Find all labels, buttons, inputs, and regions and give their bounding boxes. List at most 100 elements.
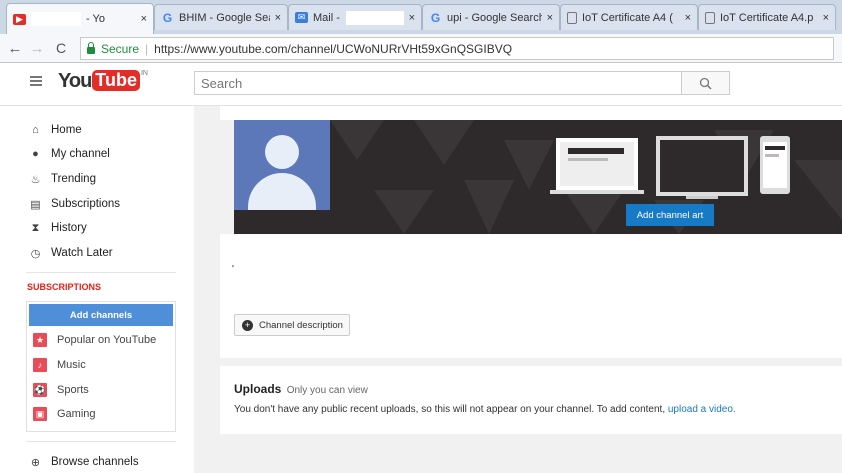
document-icon	[567, 11, 577, 24]
avatar-body	[248, 173, 316, 210]
sidebar-item-label: Subscriptions	[51, 198, 121, 210]
uploads-title: Uploads	[234, 382, 282, 396]
youtube-header: You Tube IN	[0, 63, 842, 106]
separator: |	[145, 41, 149, 56]
subscription-label: Popular on YouTube	[57, 334, 157, 346]
channel-description-label: Channel description	[259, 319, 343, 331]
subscription-item-music[interactable]: ♪ Music	[33, 356, 86, 374]
sidebar-item-label: History	[51, 222, 87, 234]
logo-you: You	[58, 70, 92, 92]
redacted-title	[31, 12, 81, 26]
divider	[26, 441, 176, 442]
channel-top-strip	[220, 106, 842, 120]
sidebar-item-label: Home	[51, 124, 82, 136]
tab-title: upi - Google Search	[447, 11, 542, 24]
uploads-message-text: You don't have any public recent uploads…	[234, 404, 666, 415]
youtube-icon: ▶	[13, 13, 26, 25]
sidebar-item-home[interactable]: ⌂ Home	[30, 120, 82, 140]
watch-later-icon: ◷	[30, 247, 41, 260]
reload-icon[interactable]: C	[52, 40, 70, 56]
uploads-heading: Uploads Only you can view	[234, 382, 368, 396]
sidebar-item-label: Watch Later	[51, 247, 113, 259]
plus-icon: +	[242, 319, 253, 331]
sidebar-item-my-channel[interactable]: ● My channel	[30, 144, 110, 164]
search-button[interactable]	[682, 71, 730, 95]
google-icon: G	[162, 10, 173, 25]
trending-icon: ♨	[30, 173, 41, 186]
youtube-logo[interactable]: You Tube IN	[58, 70, 148, 93]
search-icon	[699, 77, 712, 90]
subscription-label: Music	[57, 359, 86, 371]
close-icon[interactable]: ×	[685, 12, 691, 24]
country-code: IN	[140, 70, 148, 77]
close-icon[interactable]: ×	[409, 12, 415, 24]
tab-title: IoT Certificate A4 (	[582, 11, 673, 24]
home-icon: ⌂	[32, 124, 39, 136]
tab-mail[interactable]: ✉ Mail - ×	[288, 4, 422, 30]
music-icon: ♪	[33, 358, 47, 372]
subscription-item-gaming[interactable]: ▣ Gaming	[33, 405, 96, 423]
tab-title: - Yo	[86, 13, 105, 25]
sports-icon: ⚽	[33, 383, 47, 397]
tab-upi[interactable]: G upi - Google Search ×	[422, 4, 560, 30]
divider	[26, 272, 176, 273]
channel-info-card: ' + Channel description	[220, 234, 842, 358]
avatar-head	[265, 135, 299, 169]
address-bar-row: ← → C Secure | https://www.youtube.com/c…	[0, 34, 842, 63]
google-icon: G	[430, 10, 441, 25]
subscriptions-icon: ▤	[30, 198, 41, 211]
uploads-section: Uploads Only you can view You don't have…	[220, 366, 842, 434]
tab-title: Mail -	[313, 11, 340, 24]
search-input[interactable]	[194, 71, 682, 95]
address-bar[interactable]: Secure | https://www.youtube.com/channel…	[80, 37, 834, 60]
tab-title: IoT Certificate A4.p	[720, 11, 814, 24]
close-icon[interactable]: ×	[547, 12, 553, 24]
subscription-label: Gaming	[57, 408, 96, 420]
lock-icon	[87, 41, 95, 54]
guide-sidebar: ⌂ Home ● My channel ♨ Trending ▤ Subscri…	[0, 106, 194, 473]
gaming-icon: ▣	[33, 407, 47, 421]
sidebar-item-watch-later[interactable]: ◷ Watch Later	[30, 243, 113, 263]
channel-description-button[interactable]: + Channel description	[234, 314, 350, 336]
close-icon[interactable]: ×	[823, 12, 829, 24]
sidebar-item-subscriptions[interactable]: ▤ Subscriptions	[30, 194, 120, 214]
subscriptions-box: Add channels ★ Popular on YouTube ♪ Musi…	[26, 301, 176, 432]
my-channel-icon: ●	[32, 148, 39, 160]
document-icon	[705, 11, 715, 24]
add-circle-icon: ⊕	[30, 456, 41, 469]
mail-icon: ✉	[295, 12, 308, 23]
subscription-item-popular[interactable]: ★ Popular on YouTube	[33, 331, 156, 349]
add-channel-art-button[interactable]: Add channel art	[626, 204, 714, 226]
sidebar-item-history[interactable]: ⧗ History	[30, 218, 87, 238]
sidebar-item-trending[interactable]: ♨ Trending	[30, 169, 96, 189]
channel-name: '	[232, 264, 234, 275]
browse-channels-label: Browse channels	[51, 456, 139, 468]
tab-youtube[interactable]: ▶ - Yo ×	[6, 3, 154, 34]
subscription-label: Sports	[57, 384, 89, 396]
browse-channels-link[interactable]: ⊕ Browse channels	[30, 452, 139, 472]
logo-tube: Tube	[92, 70, 140, 91]
menu-icon[interactable]	[30, 76, 42, 86]
forward-arrow-icon[interactable]: →	[28, 40, 46, 57]
channel-avatar[interactable]	[234, 120, 330, 210]
upload-video-link[interactable]: upload a video.	[668, 404, 736, 415]
add-channels-button[interactable]: Add channels	[29, 304, 173, 326]
close-icon[interactable]: ×	[141, 13, 147, 25]
tab-bhim[interactable]: G BHIM - Google Sea ×	[154, 4, 288, 30]
secure-label: Secure	[101, 41, 140, 56]
subscriptions-heading: SUBSCRIPTIONS	[27, 282, 102, 292]
tab-title: BHIM - Google Sea	[179, 11, 270, 24]
history-icon: ⧗	[31, 221, 40, 234]
back-arrow-icon[interactable]: ←	[6, 40, 24, 57]
subscription-item-sports[interactable]: ⚽ Sports	[33, 381, 89, 399]
close-icon[interactable]: ×	[275, 12, 281, 24]
browser-tab-strip: ▶ - Yo × G BHIM - Google Sea × ✉ Mail - …	[0, 0, 842, 34]
tab-iot-certificate-1[interactable]: IoT Certificate A4 ( ×	[560, 4, 698, 30]
channel-banner: Add channel art	[234, 120, 842, 234]
url-text[interactable]: https://www.youtube.com/channel/UCWoNURr…	[154, 42, 512, 56]
tab-iot-certificate-2[interactable]: IoT Certificate A4.p ×	[698, 4, 836, 30]
uploads-visibility: Only you can view	[286, 385, 368, 396]
star-icon: ★	[33, 333, 47, 347]
sidebar-item-label: My channel	[51, 148, 110, 160]
redacted-title	[345, 10, 404, 25]
